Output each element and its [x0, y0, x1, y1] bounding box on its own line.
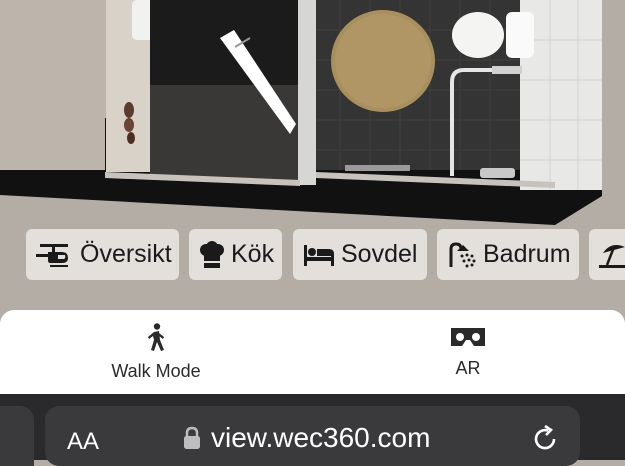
room-chip-label: Badrum [483, 240, 571, 268]
previous-tab-edge[interactable] [0, 406, 34, 466]
shower-icon [449, 241, 476, 267]
ar-mode-button[interactable]: AR [428, 310, 508, 394]
room-chip-badrum[interactable]: Badrum [437, 229, 579, 280]
address-bar[interactable]: AA view.wec360.com [45, 406, 580, 466]
room-chip-outdoor[interactable] [589, 229, 625, 280]
helicopter-icon [36, 243, 68, 267]
beach-umbrella-icon [599, 244, 625, 268]
room-chip-label: Översikt [80, 240, 172, 268]
lock-icon [184, 426, 200, 449]
mode-panel: Walk Mode AR [0, 310, 625, 394]
toilet [452, 12, 534, 58]
reload-icon[interactable] [530, 424, 560, 454]
browser-toolbar: AA view.wec360.com [0, 394, 625, 466]
room-chip-sovdel[interactable]: Sovdel [293, 229, 427, 280]
partition-wall [298, 0, 316, 185]
text-size-button[interactable]: AA [67, 428, 99, 456]
walking-person-icon [148, 322, 164, 351]
url-display[interactable]: view.wec360.com [183, 422, 430, 454]
floor-drain [345, 165, 410, 171]
shower-fixture [480, 168, 515, 178]
vr-headset-icon [451, 327, 485, 346]
room-chip-label: Kök [231, 240, 275, 268]
room-navigation: Översikt Kök Sovdel Badrum [0, 229, 625, 280]
walk-mode-label: Walk Mode [111, 360, 201, 381]
ar-mode-label: AR [455, 357, 481, 378]
bed-icon [304, 244, 334, 266]
room-chip-kok[interactable]: Kök [189, 229, 282, 280]
url-text: view.wec360.com [211, 422, 431, 453]
room-chip-oversikt[interactable]: Översikt [26, 229, 179, 280]
chef-hat-icon [200, 240, 224, 268]
room-chip-label: Sovdel [341, 240, 418, 268]
walk-mode-button[interactable]: Walk Mode [80, 310, 232, 394]
